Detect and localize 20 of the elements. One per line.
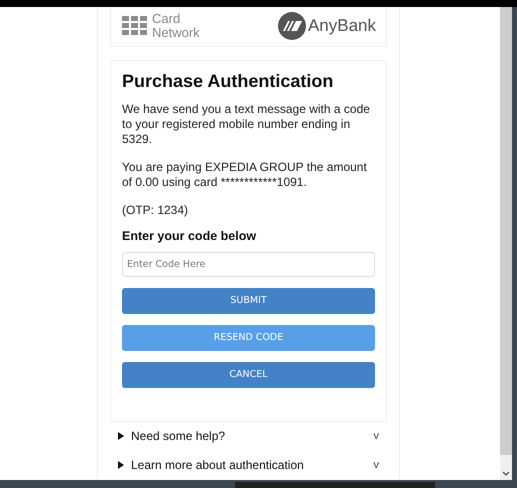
card-network-logo-text: Card Network <box>152 12 200 40</box>
grid-icon <box>122 16 148 36</box>
message-text: We have send you a text message with a code to your registered mobile number ending in 5329. <box>122 102 371 147</box>
message-text: (OTP: 1234) <box>122 202 190 218</box>
title: Purchase Authentication <box>122 70 334 92</box>
action-button[interactable]: SUBMIT <box>122 288 375 314</box>
section-summary[interactable]: Learn more about authentication <box>131 458 374 472</box>
bank-name: AnyBank <box>308 16 376 36</box>
action-button[interactable]: CANCEL <box>122 362 375 388</box>
section-summary[interactable]: Need some help? <box>131 429 374 444</box>
scrollbar-thumb[interactable] <box>500 7 512 455</box>
toggle-chevron[interactable]: v <box>374 459 379 472</box>
toggle-chevron[interactable]: v <box>374 430 379 442</box>
bank-logo-icon <box>278 12 306 40</box>
disclosure-triangle-icon[interactable] <box>117 461 125 470</box>
code-input-field[interactable]: Enter Code Here <box>122 252 375 277</box>
disclosure-triangle-icon[interactable] <box>117 432 125 440</box>
code-label: Enter your code below <box>122 228 258 243</box>
scroll-down-icon[interactable] <box>502 471 510 477</box>
message-text: You are paying EXPEDIA GROUP the amount of 0.00 using card ************1091. <box>122 160 368 190</box>
